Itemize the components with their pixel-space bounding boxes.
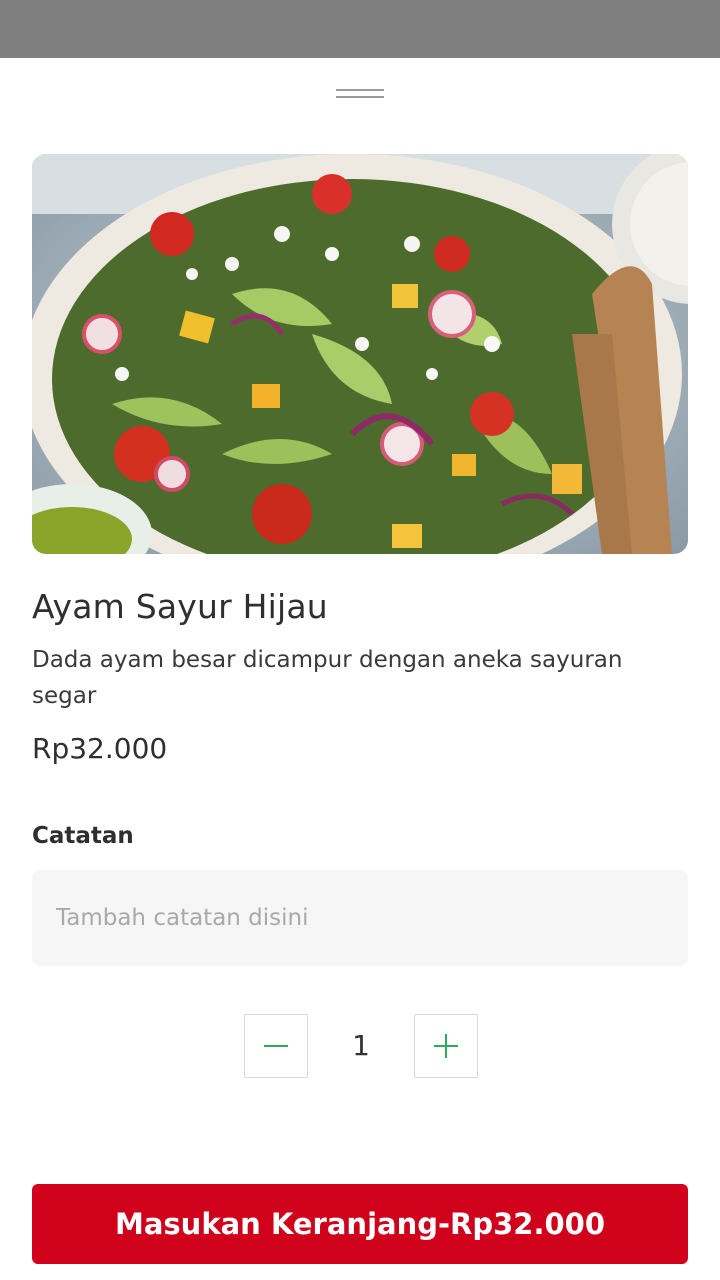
salad-photo — [32, 154, 688, 554]
notes-input[interactable] — [32, 870, 688, 966]
modal-backdrop[interactable] — [0, 0, 720, 58]
product-bottom-sheet: Ayam Sayur Hijau Dada ayam besar dicampu… — [0, 58, 720, 1280]
quantity-decrease-button[interactable] — [244, 1014, 308, 1078]
product-image — [32, 154, 688, 554]
quantity-increase-button[interactable] — [414, 1014, 478, 1078]
minus-icon — [264, 1045, 288, 1047]
plus-icon — [434, 1034, 458, 1058]
product-name: Ayam Sayur Hijau — [32, 587, 328, 626]
drag-handle[interactable] — [336, 89, 384, 98]
notes-label: Catatan — [32, 823, 134, 849]
product-price: Rp32.000 — [32, 732, 168, 765]
add-to-cart-button[interactable]: Masukan Keranjang-Rp32.000 — [32, 1184, 688, 1264]
product-description: Dada ayam besar dicampur dengan aneka sa… — [32, 647, 623, 709]
quantity-value: 1 — [352, 1029, 370, 1062]
